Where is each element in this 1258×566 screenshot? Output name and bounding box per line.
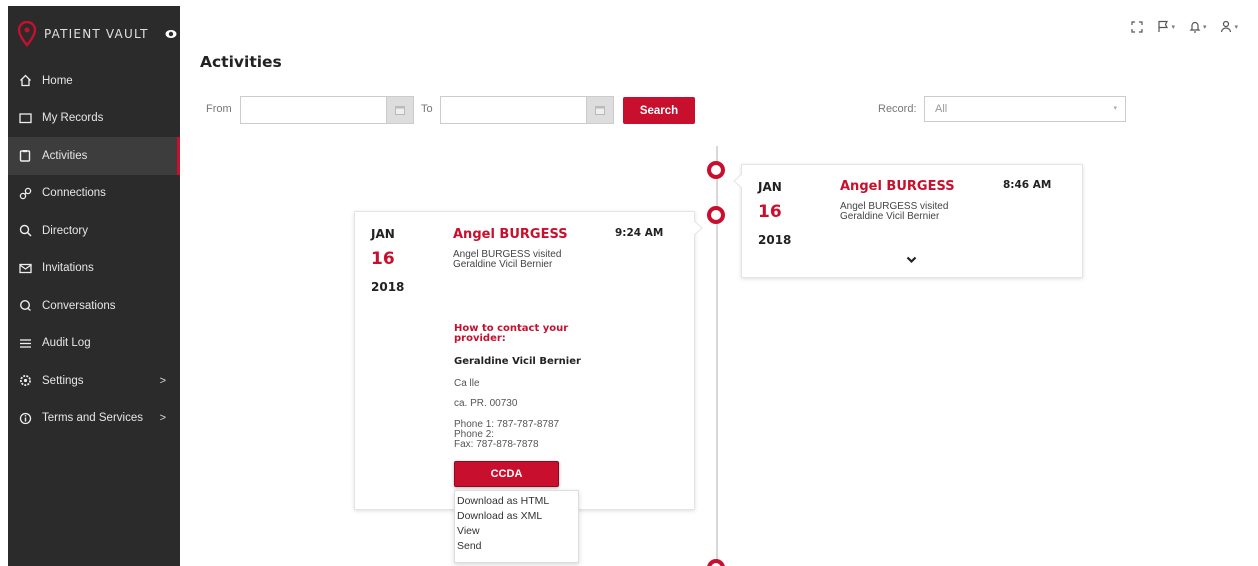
sidebar-item-label: Connections [42,187,106,200]
sidebar-item-label: Activities [42,149,88,162]
app-root: PATIENT VAULT Home My Records Activities… [0,0,1258,566]
chevron-right-icon: > [159,412,166,425]
record-select[interactable]: All ▾ [924,96,1126,122]
sidebar-item-audit-log[interactable]: Audit Log [8,325,180,363]
list-icon [18,336,32,350]
record-label: Record: [878,103,917,115]
to-calendar-button[interactable] [586,96,614,124]
notifications-menu[interactable]: ▾ [1189,20,1207,33]
calendar-icon [395,106,405,115]
from-label: From [206,103,232,115]
card-pointer [733,173,743,189]
sidebar-item-settings[interactable]: Settings > [8,362,180,400]
chevron-down-icon: ▾ [1202,23,1207,31]
chevron-right-icon: > [159,374,166,387]
to-date-input[interactable] [440,96,587,124]
menu-item-download-xml[interactable]: Download as XML [455,509,578,524]
sidebar-item-label: Invitations [42,262,94,275]
clipboard-icon [18,149,32,163]
map-pin-logo-icon [18,21,36,47]
calendar-icon [595,106,605,115]
bell-icon [1189,21,1201,33]
sidebar-item-label: Audit Log [42,337,91,350]
provider-address-line2: ca. PR. 00730 [454,398,518,409]
sidebar-item-invitations[interactable]: Invitations [8,250,180,288]
search-button[interactable]: Search [623,97,695,124]
provider-fax: Fax: 787-878-7878 [454,439,539,450]
from-date-input[interactable] [240,96,387,124]
sidebar-item-label: Terms and Services [42,412,143,425]
envelope-icon [18,261,32,275]
sidebar-item-terms[interactable]: Terms and Services > [8,400,180,438]
search-icon [18,224,32,238]
card-year: 2018 [758,233,792,247]
chat-icon [18,299,32,313]
link-icon [18,186,32,200]
card-pointer [693,220,703,236]
info-icon [18,411,32,425]
card-month: JAN [758,180,782,194]
chevron-down-icon[interactable] [904,254,918,266]
chevron-down-icon: ▾ [1171,23,1175,31]
provider-name: Geraldine Vicil Bernier [454,356,581,367]
fullscreen-icon[interactable] [1131,20,1144,33]
flag-menu[interactable]: ▾ [1157,20,1175,33]
chevron-down-icon: ▾ [1234,23,1238,31]
user-icon [1221,20,1232,33]
sidebar-item-connections[interactable]: Connections [8,175,180,213]
from-calendar-button[interactable] [386,96,414,124]
card-description: Angel BURGESS visited Geraldine Vicil Be… [453,249,562,270]
gear-icon [18,374,32,388]
menu-item-download-html[interactable]: Download as HTML [455,494,578,509]
card-description: Angel BURGESS visited Geraldine Vicil Be… [840,201,949,222]
timeline-node [707,559,725,566]
page-title: Activities [200,53,282,71]
sidebar-item-label: Directory [42,224,89,237]
ccda-button[interactable]: CCDA [454,461,559,487]
sidebar-item-conversations[interactable]: Conversations [8,287,180,325]
flag-icon [1158,20,1169,32]
ccda-dropdown-menu: Download as HTML Download as XML View Se… [454,490,579,563]
card-day: 16 [371,249,395,269]
brand-name: PATIENT VAULT [44,27,149,41]
sidebar-item-label: Conversations [42,299,116,312]
chevron-down-icon: ▾ [1113,105,1117,112]
sidebar-item-directory[interactable]: Directory [8,212,180,250]
card-patient-name[interactable]: Angel BURGESS [840,179,955,194]
sidebar-item-home[interactable]: Home [8,62,180,100]
brand[interactable]: PATIENT VAULT [8,6,180,62]
card-day: 16 [758,202,782,222]
sidebar-item-label: My Records [42,112,104,125]
sidebar-item-label: Settings [42,374,84,387]
sidebar-item-label: Home [42,74,73,87]
provider-address-line1: Ca lle [454,378,480,389]
card-time: 9:24 AM [615,227,664,239]
sidebar-item-my-records[interactable]: My Records [8,100,180,138]
sidebar-item-activities[interactable]: Activities [8,137,180,175]
menu-item-view[interactable]: View [455,524,578,539]
record-select-value: All [935,103,948,115]
timeline-node [707,161,725,179]
eye-icon[interactable] [165,28,177,40]
card-year: 2018 [371,280,405,294]
sidebar: PATIENT VAULT Home My Records Activities… [8,6,180,566]
folder-icon [18,111,32,125]
to-label: To [421,103,433,115]
card-month: JAN [371,227,395,241]
timeline-node [707,206,725,224]
user-menu[interactable]: ▾ [1220,20,1238,33]
card-patient-name[interactable]: Angel BURGESS [453,227,568,242]
home-icon [18,74,32,88]
card-time: 8:46 AM [1003,179,1052,191]
contact-heading: How to contact your provider: [454,323,569,344]
menu-item-send[interactable]: Send [455,539,578,554]
top-toolbar: ▾ ▾ ▾ [1131,20,1238,33]
